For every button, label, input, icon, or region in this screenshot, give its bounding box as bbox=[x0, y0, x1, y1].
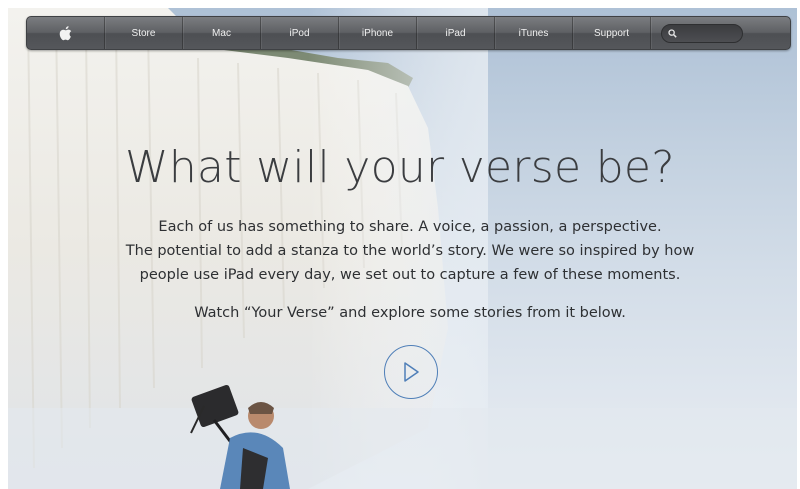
nav-item-itunes[interactable]: iTunes bbox=[495, 17, 573, 49]
hero-paragraph-line: The potential to add a stanza to the wor… bbox=[125, 243, 695, 259]
apple-logo-icon bbox=[59, 25, 72, 40]
global-nav-bar: Store Mac iPod iPhone iPad iTunes Suppor… bbox=[26, 16, 791, 50]
nav-item-mac[interactable]: Mac bbox=[183, 17, 261, 49]
nav-item-support[interactable]: Support bbox=[573, 17, 651, 49]
hero-headline: What will your verse be? bbox=[125, 142, 675, 193]
play-icon bbox=[404, 362, 419, 382]
search-input[interactable] bbox=[680, 28, 740, 38]
hero-paragraph-line: Each of us has something to share. A voi… bbox=[158, 219, 662, 235]
search-field[interactable] bbox=[661, 23, 743, 43]
nav-item-store[interactable]: Store bbox=[105, 17, 183, 49]
play-video-button[interactable] bbox=[384, 345, 438, 399]
search-icon bbox=[668, 28, 677, 38]
hero-paragraph-line: people use iPad every day, we set out to… bbox=[139, 267, 681, 283]
search-container bbox=[651, 17, 790, 49]
nav-item-ipad[interactable]: iPad bbox=[417, 17, 495, 49]
nav-item-ipod[interactable]: iPod bbox=[261, 17, 339, 49]
nav-item-iphone[interactable]: iPhone bbox=[339, 17, 417, 49]
hero-paragraph: Each of us has something to share. A voi… bbox=[100, 215, 720, 287]
hero-cta-text: Watch “Your Verse” and explore some stor… bbox=[194, 305, 626, 321]
apple-logo-button[interactable] bbox=[27, 17, 105, 49]
